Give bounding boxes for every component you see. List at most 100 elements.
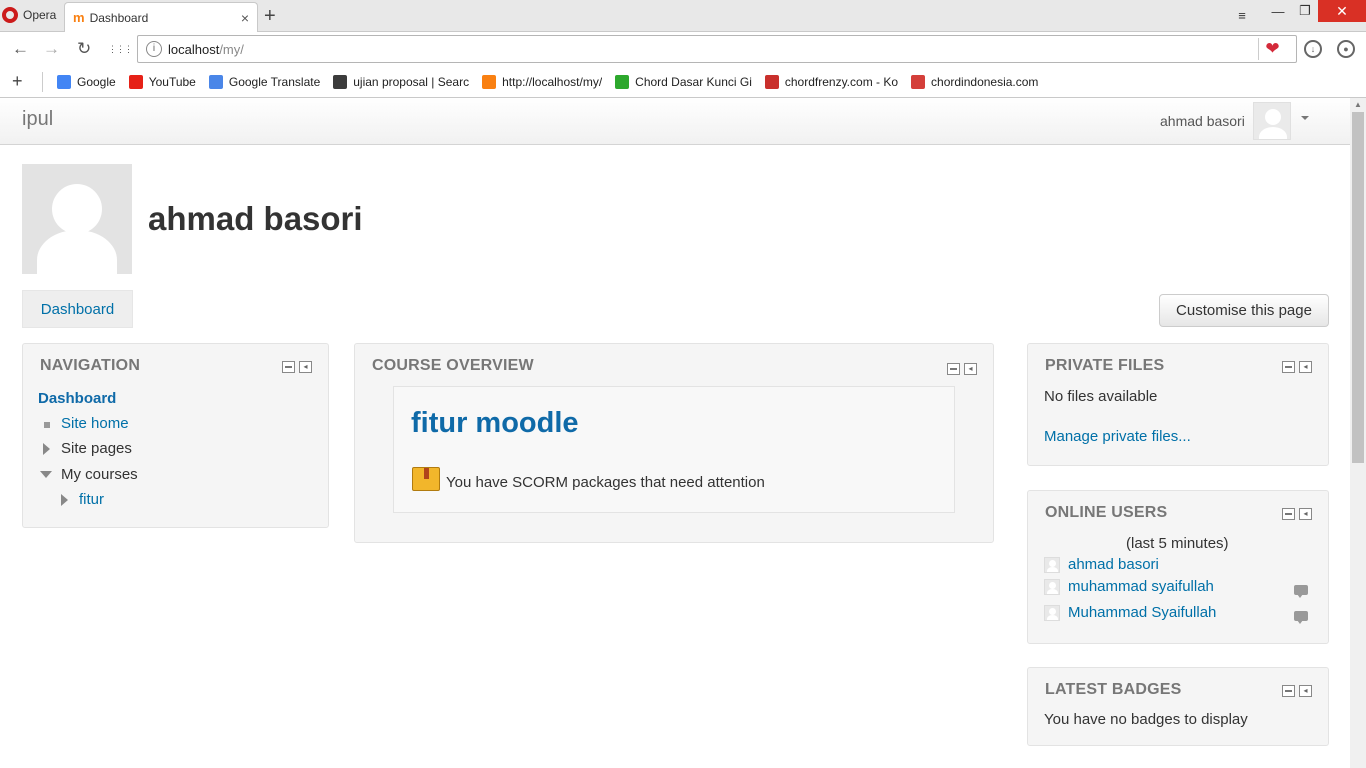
customise-page-button[interactable]: Customise this page [1159,294,1329,327]
dock-block-icon[interactable]: ◂ [1299,685,1312,697]
bookmark-item[interactable]: Chord Dasar Kunci Gi [615,74,752,89]
tab-dashboard[interactable]: m Dashboard × [64,2,258,32]
address-toolbar: ← → ↻ ⋮⋮⋮ i localhost/my/ ❤ ↓ ● [0,32,1366,66]
course-overview-block: COURSE OVERVIEW ◂ fitur moodle You have … [354,343,994,543]
bookmark-label: chordindonesia.com [931,74,1039,89]
user-avatar-icon [1044,557,1060,573]
online-users-block: ONLINE USERS ◂ (last 5 minutes) ahmad ba… [1027,490,1329,644]
dock-block-icon[interactable]: ◂ [1299,361,1312,373]
collapse-block-icon[interactable] [1282,508,1295,520]
bookmark-label: http://localhost/my/ [502,74,603,89]
bookmark-item[interactable]: Google Translate [208,74,321,89]
bullet-icon [44,422,50,428]
scorm-package-icon [412,467,440,491]
manage-private-files-link[interactable]: Manage private files... [1044,428,1191,445]
bookmark-label: Google [77,74,116,89]
nav-my-courses[interactable]: My courses [61,466,138,483]
opera-menu-button[interactable]: Opera [0,0,62,30]
message-icon[interactable] [1294,611,1308,624]
address-bar[interactable]: i localhost/my/ ❤ [137,35,1297,63]
scroll-up-icon[interactable]: ▲ [1350,98,1366,112]
bookmark-item[interactable]: YouTube [128,74,196,89]
translate-icon [208,74,223,89]
sync-account-icon[interactable]: ● [1337,40,1355,58]
bookmark-label: chordfrenzy.com - Ko [784,74,899,89]
download-icon[interactable]: ↓ [1304,40,1322,58]
maximize-button[interactable]: ❐ [1292,0,1318,22]
navigation-block: NAVIGATION ◂ Dashboard Site home Site pa… [22,343,329,528]
url-path: /my/ [219,41,244,57]
bookmark-label: ujian proposal | Searc [353,74,470,89]
site-info-icon[interactable]: i [146,41,162,57]
message-icon[interactable] [1294,585,1308,598]
latest-badges-block: LATEST BADGES ◂ You have no badges to di… [1027,667,1329,746]
speed-dial-icon[interactable]: ⋮⋮⋮ [108,44,133,55]
tab-close-icon[interactable]: × [241,10,249,26]
bookmark-item[interactable]: chordfrenzy.com - Ko [764,74,899,89]
site-brand[interactable]: ipul [22,108,53,131]
google-icon [57,74,71,89]
dock-block-icon[interactable]: ◂ [964,363,977,375]
new-tab-button[interactable]: + [264,5,276,28]
scorm-notice: You have SCORM packages that need attent… [446,474,765,491]
moodle-favicon-icon: m [73,10,85,25]
block-title: COURSE OVERVIEW [372,357,534,374]
bookmarks-bar: + Google YouTube Google Translate ujian pro… [0,66,1366,98]
chordindonesia-icon [911,74,926,89]
collapse-block-icon[interactable] [1282,361,1295,373]
add-bookmark-icon[interactable]: + [12,71,42,92]
collapse-block-icon[interactable] [1282,685,1295,697]
online-period-text: (last 5 minutes) [1126,535,1229,552]
no-badges-text: You have no badges to display [1044,711,1248,728]
nav-site-pages[interactable]: Site pages [61,440,132,457]
moodle-icon [482,74,497,89]
expand-right-icon[interactable] [43,443,50,455]
scribd-icon [333,74,348,89]
minimize-button[interactable]: — [1265,0,1291,22]
user-menu-name: ahmad basori [1160,113,1245,129]
block-title: NAVIGATION [40,357,141,374]
url-host: localhost [168,41,220,57]
nav-course-fitur-link[interactable]: fitur [79,491,104,508]
chevron-down-icon [1300,116,1309,120]
chord-icon [615,74,630,89]
heart-bookmark-icon[interactable]: ❤ [1258,38,1286,60]
course-item: fitur moodle You have SCORM packages tha… [393,386,955,513]
tab-dashboard-page[interactable]: Dashboard [22,290,133,328]
online-user-link[interactable]: Muhammad Syaifullah [1068,604,1216,621]
private-files-block: PRIVATE FILES ◂ No files available Manag… [1027,343,1329,466]
scrollbar-thumb[interactable] [1352,112,1364,463]
page-scrollbar[interactable]: ▲ [1350,98,1366,768]
forward-arrow-icon[interactable]: → [43,39,60,59]
nav-site-home-link[interactable]: Site home [61,415,129,432]
browser-title-bar: Opera m Dashboard × + ≡ — ❐ ✕ [0,0,1366,32]
bookmark-item[interactable]: http://localhost/my/ [482,74,603,89]
nav-dashboard-link[interactable]: Dashboard [38,390,116,407]
bookmark-item[interactable]: chordindonesia.com [911,74,1039,89]
tab-menu-icon[interactable]: ≡ [1228,4,1256,26]
bookmarks-separator [42,71,43,92]
user-avatar-icon [1044,605,1060,621]
close-window-button[interactable]: ✕ [1318,0,1366,22]
opera-logo-icon [2,7,18,23]
expand-right-icon[interactable] [61,494,68,506]
reload-icon[interactable]: ↻ [77,39,91,59]
user-avatar-icon [1044,579,1060,595]
bookmark-item[interactable]: ujian proposal | Searc [333,74,470,89]
course-title-link[interactable]: fitur moodle [411,407,579,440]
user-menu[interactable]: ahmad basori [1160,101,1309,141]
opera-menu-label: Opera [23,8,57,22]
expand-down-icon[interactable] [40,471,52,478]
guitar-icon [764,74,779,89]
bookmark-label: Google Translate [228,74,321,89]
collapse-block-icon[interactable] [282,361,295,373]
dock-block-icon[interactable]: ◂ [299,361,312,373]
block-title: ONLINE USERS [1045,504,1168,521]
online-user-link[interactable]: ahmad basori [1068,556,1159,573]
dock-block-icon[interactable]: ◂ [1299,508,1312,520]
collapse-block-icon[interactable] [947,363,960,375]
online-user-link[interactable]: muhammad syaifullah [1068,578,1214,595]
no-files-text: No files available [1044,388,1158,405]
back-arrow-icon[interactable]: ← [12,39,29,59]
bookmark-item[interactable]: Google [57,74,116,89]
